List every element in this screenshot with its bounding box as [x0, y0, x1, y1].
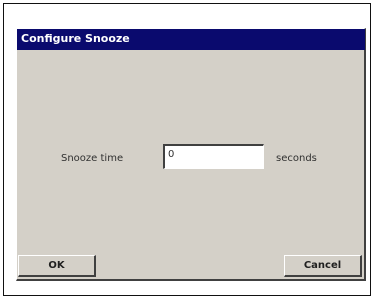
ok-button[interactable]: OK	[18, 255, 96, 277]
snooze-time-label: Snooze time	[61, 153, 124, 164]
seconds-unit-label: seconds	[276, 153, 317, 164]
snooze-time-input[interactable]: 0	[163, 144, 264, 169]
cancel-button[interactable]: Cancel	[284, 255, 362, 277]
title-bar: Configure Snooze	[17, 29, 365, 50]
screenshot-frame: Configure Snooze Snooze time 0 seconds O…	[3, 3, 371, 296]
configure-snooze-dialog: Configure Snooze Snooze time 0 seconds O…	[16, 28, 366, 281]
dialog-title: Configure Snooze	[21, 32, 130, 45]
